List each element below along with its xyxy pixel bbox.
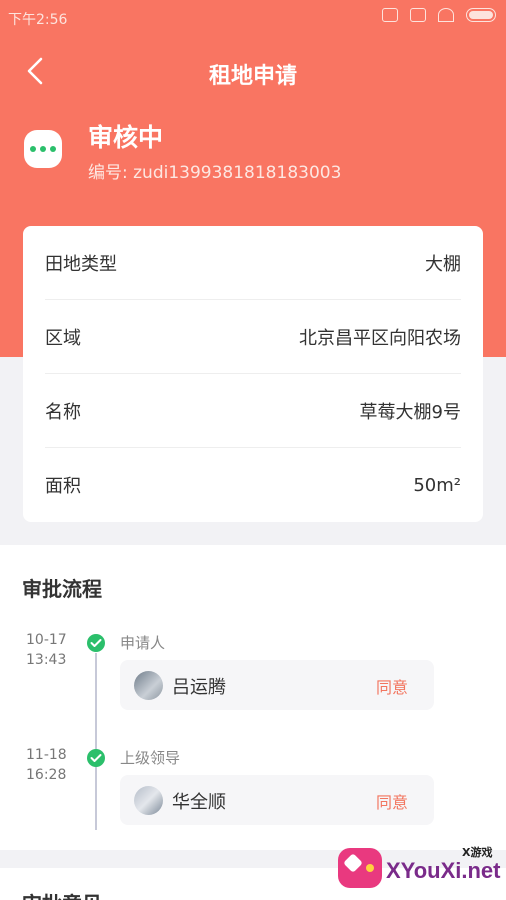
approval-flow-card: 审批流程 10-17 13:43 申请人 吕运腾 同意 11-18 16:28 …: [0, 545, 506, 850]
page-title: 租地申请: [208, 64, 297, 89]
step-time: 16:28: [26, 767, 67, 783]
land-info-card: 田地类型 大棚 区域 北京昌平区向阳农场 名称 草莓大棚9号 面积 50m²: [23, 226, 483, 522]
info-label: 田地类型: [45, 253, 117, 275]
info-value: 草莓大棚9号: [359, 401, 461, 423]
avatar: [134, 671, 163, 700]
nav-bar: 租地申请: [0, 48, 506, 96]
step-role: 上级领导: [120, 749, 181, 767]
approver-name: 华全顺: [172, 792, 226, 813]
watermark-text: XYouXi.net: [386, 858, 501, 883]
step-date: 10-17: [26, 632, 67, 648]
info-label: 区域: [45, 327, 81, 349]
step-date: 11-18: [26, 747, 67, 763]
wifi-icon: [438, 8, 454, 22]
status-title: 审核中: [88, 123, 164, 152]
status-icons: [382, 8, 496, 22]
avatar: [134, 786, 163, 815]
pending-icon: [24, 130, 62, 168]
approval-state: 同意: [375, 678, 408, 697]
flow-title: 审批流程: [22, 577, 102, 601]
info-row-name: 名称 草莓大棚9号: [45, 374, 461, 448]
approver-name: 吕运腾: [172, 677, 226, 698]
info-value: 北京昌平区向阳农场: [299, 327, 461, 349]
info-row-size: 面积 50m²: [45, 448, 461, 522]
check-icon: [87, 749, 105, 767]
step-datetime: 11-18 16:28: [26, 745, 67, 785]
info-row-type: 田地类型 大棚: [45, 226, 461, 300]
application-number: 编号: zudi1399381818183003: [88, 163, 342, 183]
opinion-title: 审批意见: [22, 888, 102, 900]
gamepad-logo-icon: [338, 848, 382, 888]
site-watermark: X游戏 XYouXi.net: [334, 842, 502, 894]
flow-step: 10-17 13:43 申请人 吕运腾 同意: [0, 630, 506, 720]
approver-item[interactable]: 吕运腾 同意: [120, 660, 434, 710]
step-role: 申请人: [120, 634, 166, 652]
alarm-icon: [382, 8, 398, 22]
approver-item[interactable]: 华全顺 同意: [120, 775, 434, 825]
info-label: 名称: [45, 401, 81, 423]
notification-icon: [410, 8, 426, 22]
step-datetime: 10-17 13:43: [26, 630, 67, 670]
approval-state: 同意: [375, 793, 408, 812]
info-label: 面积: [45, 476, 81, 497]
status-bar: 下午2:56: [0, 0, 506, 36]
flow-step: 11-18 16:28 上级领导 华全顺 同意: [0, 745, 506, 835]
step-time: 13:43: [26, 652, 67, 668]
check-icon: [87, 634, 105, 652]
status-time: 下午2:56: [8, 12, 68, 28]
info-row-area: 区域 北京昌平区向阳农场: [45, 300, 461, 374]
info-value: 50m²: [413, 474, 461, 496]
battery-icon: [466, 8, 496, 22]
info-value: 大棚: [425, 253, 461, 275]
